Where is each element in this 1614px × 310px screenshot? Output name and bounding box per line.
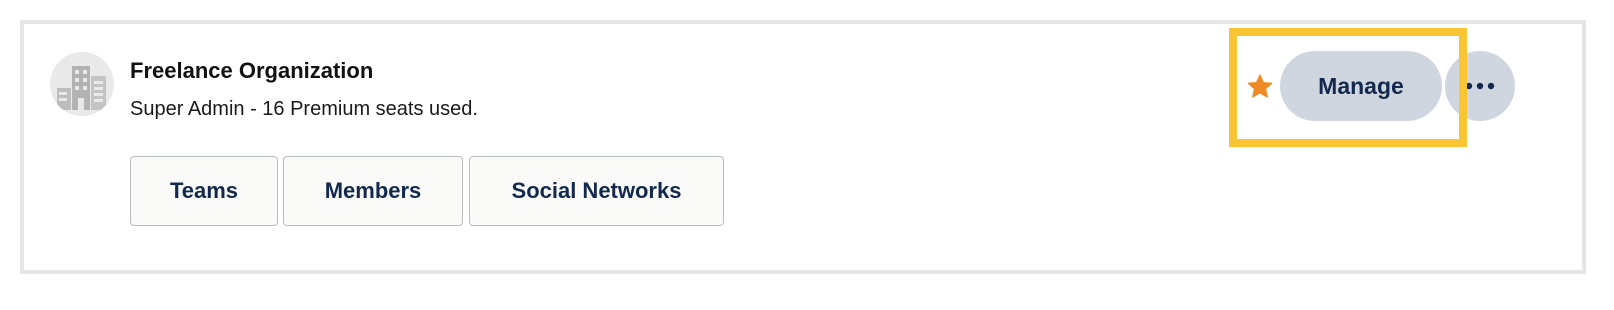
building-icon	[57, 66, 106, 110]
manage-button[interactable]: Manage	[1280, 51, 1442, 121]
teams-button[interactable]: Teams	[130, 156, 278, 226]
organization-role-seats: Super Admin - 16 Premium seats used.	[130, 98, 478, 120]
organization-card: Freelance Organization Super Admin - 16 …	[20, 20, 1586, 274]
organization-avatar	[50, 52, 114, 116]
ellipsis-icon	[1465, 82, 1495, 90]
more-options-button[interactable]	[1445, 51, 1515, 121]
organization-name: Freelance Organization	[130, 58, 374, 83]
social-networks-button[interactable]: Social Networks	[469, 156, 724, 226]
members-button[interactable]: Members	[283, 156, 463, 226]
star-icon[interactable]	[1246, 73, 1274, 101]
